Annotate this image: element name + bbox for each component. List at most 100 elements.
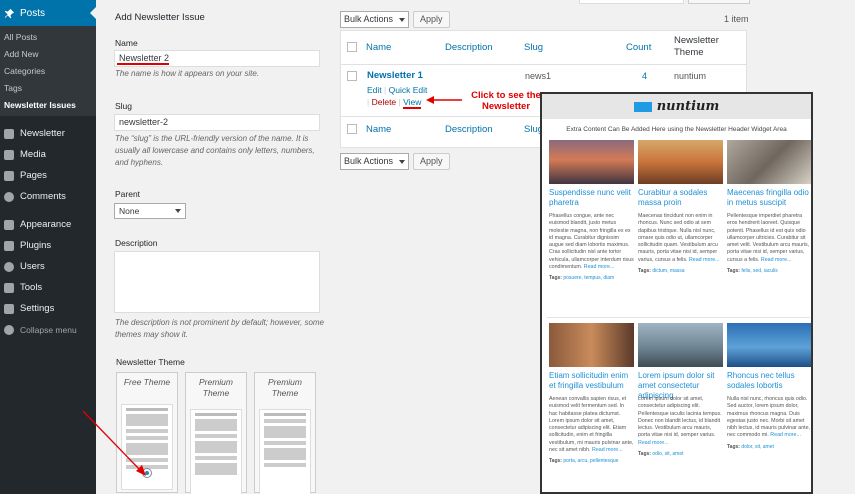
read-more-link[interactable]: Read more... bbox=[770, 432, 801, 438]
read-more-link[interactable]: Read more... bbox=[689, 257, 720, 263]
tags-links[interactable]: dictum, massa bbox=[652, 268, 684, 274]
tags-links[interactable]: felis, sed, iaculis bbox=[741, 268, 777, 274]
sidebar-item-posts[interactable]: Posts bbox=[0, 0, 96, 26]
column-theme: Newsletter Theme bbox=[674, 35, 719, 58]
row-count[interactable]: 4 bbox=[642, 71, 647, 81]
tools-icon bbox=[4, 282, 14, 293]
card-title[interactable]: Suspendisse nunc velit pharetra bbox=[549, 188, 634, 210]
sidebar-item-label: Users bbox=[20, 261, 45, 272]
sidebar-item-media[interactable]: Media bbox=[0, 144, 96, 165]
card-title[interactable]: Rhoncus nec tellus sodales lobortis bbox=[727, 371, 811, 393]
card-title[interactable]: Curabitur a sodales massa proin bbox=[638, 188, 723, 210]
row-slug: news1 bbox=[525, 71, 552, 81]
item-count: 1 item bbox=[724, 14, 749, 24]
card-title[interactable]: Lorem ipsum dolor sit amet consectetur a… bbox=[638, 371, 723, 400]
column-name[interactable]: Name bbox=[366, 42, 391, 53]
theme-card-premium-1[interactable]: Premium Theme bbox=[185, 372, 247, 494]
submenu-categories[interactable]: Categories bbox=[0, 63, 96, 80]
card-tags: Tags: posuere, tempus, diam bbox=[549, 275, 634, 282]
card-tags: Tags: dolor, sit, amet bbox=[727, 444, 811, 451]
tags-label: Tags: bbox=[549, 275, 562, 282]
view-link[interactable]: View bbox=[403, 97, 422, 109]
card-body: Aenean convallis sapien risus, et euismo… bbox=[549, 396, 634, 454]
sidebar-item-users[interactable]: Users bbox=[0, 256, 96, 277]
newsletter-preview: nuntium Extra Content Can Be Added Here … bbox=[540, 92, 813, 494]
bulk-actions-select-top[interactable]: Bulk Actions bbox=[340, 11, 409, 28]
tags-links[interactable]: porta, arcu, pellentesque bbox=[563, 458, 618, 464]
search-button[interactable] bbox=[688, 0, 750, 4]
sidebar-item-newsletter[interactable]: Newsletter bbox=[0, 123, 96, 144]
collapse-menu-button[interactable]: Collapse menu bbox=[0, 319, 96, 340]
read-more-link[interactable]: Read more... bbox=[592, 447, 623, 453]
submenu-tags[interactable]: Tags bbox=[0, 80, 96, 97]
sidebar-item-settings[interactable]: Settings bbox=[0, 298, 96, 319]
card-excerpt: Lorem ipsum dolor sit amet, consectetur … bbox=[638, 396, 723, 447]
annotation-text: Click to see the Newsletter bbox=[471, 90, 541, 112]
media-icon bbox=[4, 149, 14, 160]
tags-links[interactable]: dolor, sit, amet bbox=[741, 444, 774, 450]
description-textarea[interactable] bbox=[114, 251, 320, 313]
description-help: The description is not prominent by defa… bbox=[115, 318, 324, 339]
column-description-footer[interactable]: Description bbox=[445, 124, 493, 135]
column-description[interactable]: Description bbox=[445, 42, 493, 53]
card-title[interactable]: Etiam sollicitudin enim et fringilla ves… bbox=[549, 371, 634, 393]
preview-header-widget-text: Extra Content Can Be Added Here using th… bbox=[566, 126, 787, 133]
row-name-link[interactable]: Newsletter 1 bbox=[367, 70, 423, 81]
preview-card: Rhoncus nec tellus sodales lobortis Null… bbox=[727, 323, 811, 451]
read-more-link[interactable]: Read more... bbox=[584, 264, 615, 270]
preview-card: Lorem ipsum dolor sit amet consectetur a… bbox=[638, 323, 723, 458]
card-excerpt: Aenean convallis sapien risus, et euismo… bbox=[549, 396, 634, 454]
card-title[interactable]: Maecenas fringilla odio in metus suscipi… bbox=[727, 188, 811, 210]
theme-name: Premium Theme bbox=[198, 377, 233, 398]
tags-label: Tags: bbox=[727, 268, 740, 275]
card-tags: Tags: odio, sit, amet bbox=[638, 451, 723, 458]
slug-field[interactable]: newsletter-2 bbox=[114, 114, 320, 131]
bulk-actions-select-bottom[interactable]: Bulk Actions bbox=[340, 153, 409, 170]
select-all-checkbox[interactable] bbox=[347, 42, 357, 52]
submenu-newsletter-issues[interactable]: Newsletter Issues bbox=[0, 97, 96, 114]
sidebar-item-tools[interactable]: Tools bbox=[0, 277, 96, 298]
sidebar-item-pages[interactable]: Pages bbox=[0, 165, 96, 186]
theme-card-premium-2[interactable]: Premium Theme bbox=[254, 372, 316, 494]
posts-submenu: All Posts Add New Categories Tags Newsle… bbox=[0, 26, 96, 116]
column-count[interactable]: Count bbox=[626, 42, 651, 53]
card-excerpt: Nulla nisl nunc, rhoncus quis odio. Sed … bbox=[727, 396, 811, 440]
card-image-guitar bbox=[549, 323, 634, 367]
sidebar-item-label: Comments bbox=[20, 191, 66, 202]
quick-edit-link[interactable]: Quick Edit bbox=[389, 85, 428, 95]
pages-icon bbox=[4, 170, 14, 181]
select-all-checkbox-bottom[interactable] bbox=[347, 124, 357, 134]
theme-thumbnail bbox=[259, 409, 311, 494]
submenu-add-new[interactable]: Add New bbox=[0, 46, 96, 63]
tags-links[interactable]: posuere, tempus, diam bbox=[563, 275, 614, 281]
apply-button-bottom[interactable]: Apply bbox=[413, 153, 450, 170]
table-header: Name Description Slug Count Newsletter T… bbox=[341, 31, 746, 65]
read-more-link[interactable]: Read more... bbox=[638, 440, 669, 446]
row-actions-2: | Delete | View bbox=[367, 97, 422, 109]
pin-icon bbox=[4, 8, 15, 18]
tags-links[interactable]: odio, sit, amet bbox=[652, 451, 683, 457]
edit-link[interactable]: Edit bbox=[367, 85, 382, 95]
theme-name: Free Theme bbox=[123, 377, 171, 387]
search-input[interactable] bbox=[579, 0, 684, 4]
column-name-footer[interactable]: Name bbox=[366, 124, 391, 135]
plugins-icon bbox=[4, 240, 14, 251]
red-arrow-view bbox=[426, 96, 462, 104]
row-checkbox[interactable] bbox=[347, 71, 357, 81]
name-underline bbox=[117, 63, 169, 65]
description-label: Description bbox=[115, 238, 158, 248]
preview-logo: nuntium bbox=[656, 99, 720, 114]
sidebar-item-plugins[interactable]: Plugins bbox=[0, 235, 96, 256]
delete-link[interactable]: Delete bbox=[372, 97, 397, 107]
apply-button-top[interactable]: Apply bbox=[413, 11, 450, 28]
collapse-label: Collapse menu bbox=[20, 324, 77, 335]
sidebar-item-appearance[interactable]: Appearance bbox=[0, 214, 96, 235]
parent-label: Parent bbox=[115, 189, 141, 199]
column-slug[interactable]: Slug bbox=[524, 42, 543, 53]
parent-select[interactable]: None bbox=[114, 203, 186, 219]
collapse-arrow-icon bbox=[4, 324, 14, 335]
card-tags: Tags: dictum, massa bbox=[638, 268, 723, 275]
sidebar-item-comments[interactable]: Comments bbox=[0, 186, 96, 207]
read-more-link[interactable]: Read more... bbox=[761, 257, 792, 263]
submenu-all-posts[interactable]: All Posts bbox=[0, 29, 96, 46]
